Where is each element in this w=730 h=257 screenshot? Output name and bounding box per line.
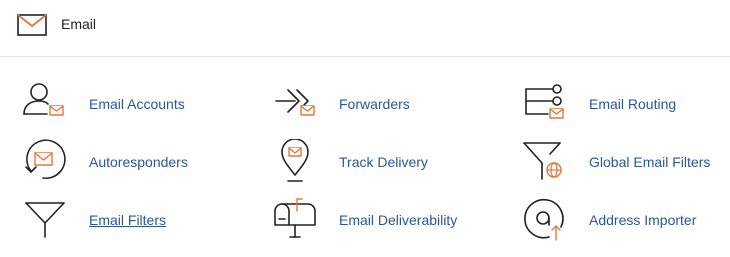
forwarders-link[interactable]: Forwarders	[271, 81, 511, 129]
section-header[interactable]: Email	[0, 0, 730, 57]
forward-arrows-icon	[271, 81, 319, 129]
autoresponders-link[interactable]: Autoresponders	[21, 139, 261, 187]
section-title: Email	[61, 16, 97, 32]
funnel-globe-icon	[521, 139, 569, 187]
item-label: Global Email Filters	[589, 154, 711, 170]
email-accounts-link[interactable]: Email Accounts	[21, 81, 261, 129]
email-deliverability-link[interactable]: Email Deliverability	[271, 197, 511, 245]
track-delivery-link[interactable]: Track Delivery	[271, 139, 511, 187]
address-importer-link[interactable]: Address Importer	[521, 197, 730, 245]
item-label: Email Deliverability	[339, 212, 458, 228]
item-label: Email Routing	[589, 96, 677, 112]
email-filters-link[interactable]: Email Filters	[21, 197, 261, 245]
item-label: Email Accounts	[89, 96, 185, 112]
item-label: Autoresponders	[89, 154, 188, 170]
funnel-icon	[21, 197, 69, 245]
item-label: Email Filters	[89, 212, 167, 228]
mailbox-icon	[271, 197, 319, 245]
email-routing-link[interactable]: Email Routing	[521, 81, 730, 129]
routing-icon	[521, 81, 569, 129]
map-pin-mail-icon	[271, 139, 319, 187]
autoresponder-icon	[21, 139, 69, 187]
item-label: Address Importer	[589, 212, 697, 228]
item-label: Track Delivery	[339, 154, 428, 170]
import-icon	[521, 197, 569, 245]
item-label: Forwarders	[339, 96, 410, 112]
user-mail-icon	[21, 81, 69, 129]
email-section-panel: Email Email Accounts Forwarders Email Ro…	[0, 0, 730, 257]
global-email-filters-link[interactable]: Global Email Filters	[521, 139, 730, 187]
envelope-icon	[17, 14, 47, 36]
